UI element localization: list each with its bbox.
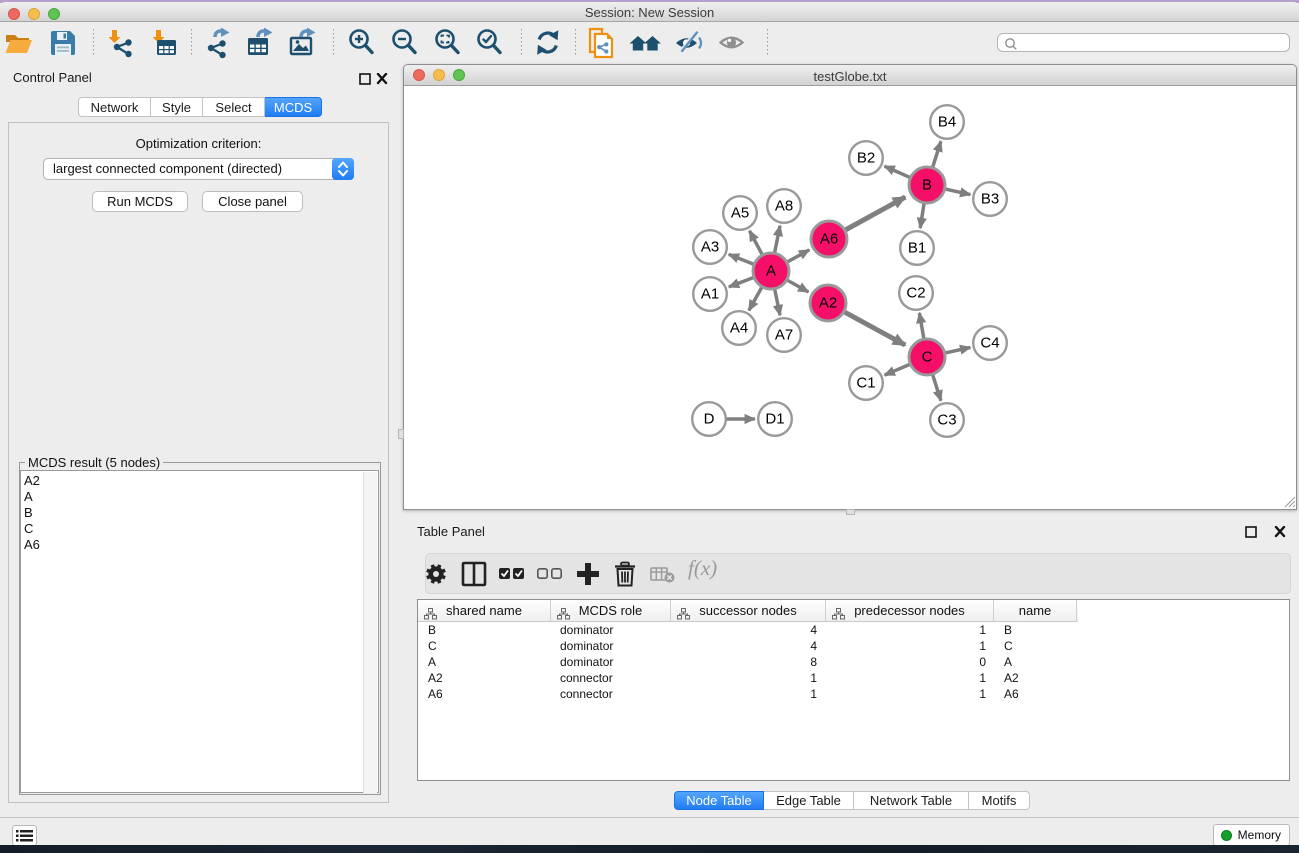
svg-text:A3: A3	[701, 239, 719, 256]
svg-text:C1: C1	[856, 375, 875, 392]
svg-text:A7: A7	[775, 327, 793, 344]
svg-text:B2: B2	[857, 150, 875, 167]
svg-text:A4: A4	[730, 320, 748, 337]
svg-text:D1: D1	[765, 411, 784, 428]
svg-text:C3: C3	[937, 412, 956, 429]
svg-text:A: A	[766, 263, 776, 280]
svg-text:B1: B1	[908, 240, 926, 257]
svg-text:A2: A2	[819, 295, 837, 312]
svg-text:A5: A5	[731, 205, 749, 222]
svg-text:C: C	[922, 349, 933, 366]
svg-text:A1: A1	[701, 286, 719, 303]
svg-text:A6: A6	[820, 231, 838, 248]
svg-text:B: B	[922, 177, 932, 194]
svg-text:C4: C4	[980, 335, 999, 352]
svg-text:D: D	[704, 411, 715, 428]
svg-text:B3: B3	[981, 191, 999, 208]
svg-text:A8: A8	[775, 198, 793, 215]
svg-text:C2: C2	[906, 285, 925, 302]
svg-text:B4: B4	[938, 114, 956, 131]
